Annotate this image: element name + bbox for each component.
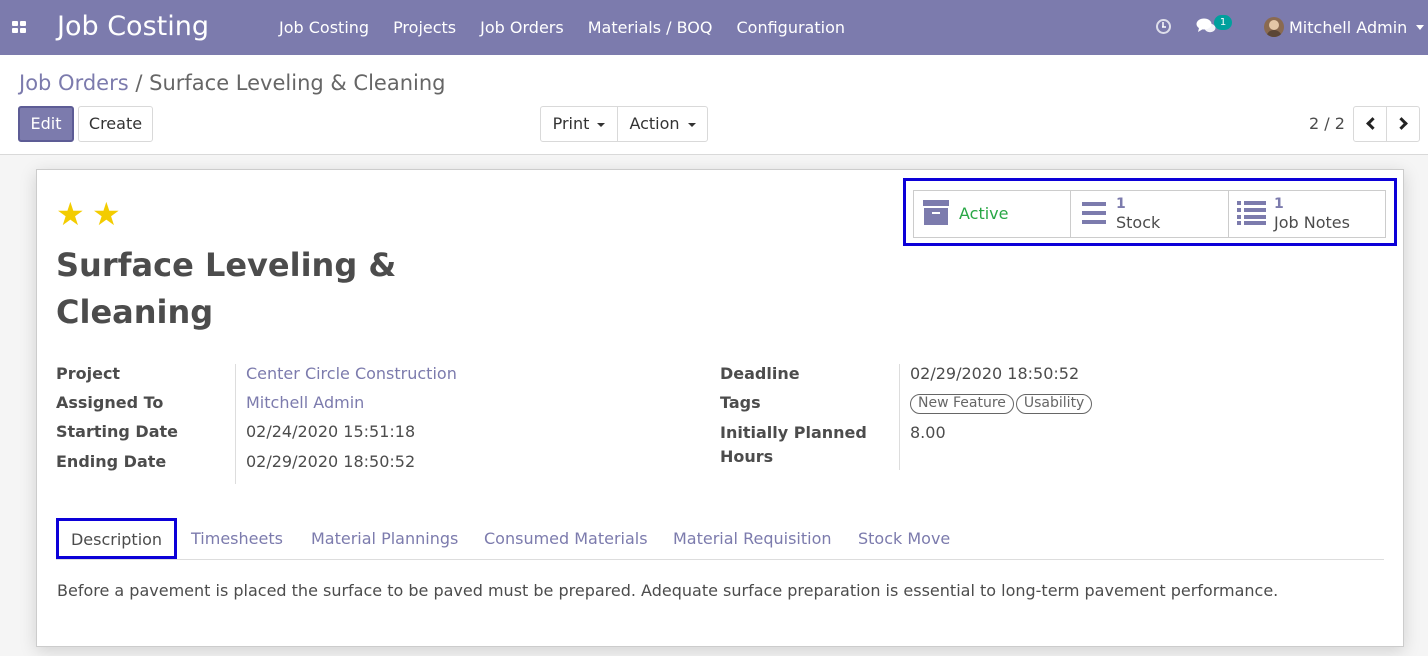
user-avatar[interactable] <box>1264 17 1284 37</box>
print-dropdown-button[interactable]: Print <box>540 106 618 142</box>
messages-count-badge: 1 <box>1214 15 1232 30</box>
activity-clock-icon[interactable] <box>1156 19 1171 34</box>
star-icon[interactable]: ★ <box>56 198 86 230</box>
apps-menu-icon[interactable] <box>12 21 26 33</box>
tab-material-requisition[interactable]: Material Requisition <box>673 518 832 559</box>
field-label: Starting Date <box>56 422 178 441</box>
tab-consumed-materials[interactable]: Consumed Materials <box>484 518 648 559</box>
pager-next-button[interactable] <box>1386 106 1420 142</box>
job-notes-smart-button[interactable]: 1 Job Notes <box>1229 191 1385 237</box>
menu-item-job-orders[interactable]: Job Orders <box>468 0 576 55</box>
create-button[interactable]: Create <box>78 106 153 142</box>
breadcrumb-parent-link[interactable]: Job Orders <box>19 71 129 95</box>
bars-icon <box>1082 202 1106 224</box>
stock-label: Stock <box>1116 213 1161 232</box>
tab-material-plannings[interactable]: Material Plannings <box>311 518 458 559</box>
main-menu: Job Costing Projects Job Orders Material… <box>267 0 857 55</box>
control-panel: Job Orders / Surface Leveling & Cleaning… <box>0 55 1428 155</box>
field-label: Tags <box>720 393 761 412</box>
chevron-left-icon <box>1365 116 1379 130</box>
action-dropdown-button[interactable]: Action <box>617 106 708 142</box>
star-icon[interactable]: ★ <box>92 198 122 230</box>
menu-item-projects[interactable]: Projects <box>381 0 468 55</box>
smart-buttons: Active 1 Stock 1 Job Notes <box>913 190 1386 238</box>
chat-bubbles-icon[interactable] <box>1196 18 1216 34</box>
tags-list: New Feature Usability <box>910 392 1094 414</box>
stock-count: 1 <box>1116 196 1126 212</box>
planned-hours-value: 8.00 <box>910 423 946 442</box>
field-label: Ending Date <box>56 452 167 471</box>
starting-date-value: 02/24/2020 15:51:18 <box>246 422 416 441</box>
field-label: Assigned To <box>56 393 164 412</box>
active-label: Active <box>959 204 1009 223</box>
menu-item-materials-boq[interactable]: Materials / BOQ <box>576 0 725 55</box>
pager-previous-button[interactable] <box>1353 106 1387 142</box>
notebook-tabs: Description Timesheets Material Planning… <box>56 518 1384 560</box>
caret-down-icon <box>597 122 606 127</box>
description-text: Before a pavement is placed the surface … <box>57 581 1279 600</box>
pager-value[interactable]: 2 / 2 <box>1309 106 1345 142</box>
breadcrumb: Job Orders / Surface Leveling & Cleaning <box>19 71 446 95</box>
tab-description[interactable]: Description <box>56 518 177 559</box>
top-navbar: Job Costing Job Costing Projects Job Ord… <box>0 0 1428 55</box>
list-icon <box>1237 201 1267 225</box>
archive-icon <box>923 200 949 226</box>
menu-item-job-costing[interactable]: Job Costing <box>267 0 381 55</box>
job-notes-count: 1 <box>1274 196 1284 212</box>
priority-stars: ★ ★ <box>56 198 122 230</box>
field-label: Deadline <box>720 364 800 383</box>
user-menu-name[interactable]: Mitchell Admin <box>1289 0 1407 56</box>
field-label: Project <box>56 364 121 383</box>
tag-badge[interactable]: Usability <box>1015 394 1093 414</box>
action-label: Action <box>629 114 680 133</box>
breadcrumb-separator: / <box>135 71 143 95</box>
deadline-value: 02/29/2020 18:50:52 <box>910 364 1080 383</box>
form-sheet: ★ ★ Surface Leveling & Cleaning Active 1… <box>36 169 1404 647</box>
field-label-continued: Hours <box>720 447 774 466</box>
field-separator <box>899 364 900 470</box>
record-title: Surface Leveling & Cleaning <box>56 246 397 331</box>
stock-smart-button[interactable]: 1 Stock <box>1071 191 1229 237</box>
ending-date-value: 02/29/2020 18:50:52 <box>246 452 416 471</box>
active-toggle-button[interactable]: Active <box>914 191 1071 237</box>
caret-down-icon <box>687 122 696 127</box>
field-label: Initially Planned <box>720 423 867 442</box>
print-label: Print <box>552 114 590 133</box>
assigned-user-link[interactable]: Mitchell Admin <box>246 393 364 412</box>
job-notes-label: Job Notes <box>1274 213 1350 232</box>
user-menu-caret-icon[interactable] <box>1416 25 1424 30</box>
project-link[interactable]: Center Circle Construction <box>246 364 457 383</box>
app-title[interactable]: Job Costing <box>57 11 209 42</box>
chevron-right-icon <box>1394 116 1408 130</box>
menu-item-configuration[interactable]: Configuration <box>724 0 857 55</box>
edit-button[interactable]: Edit <box>18 106 74 142</box>
tab-stock-move[interactable]: Stock Move <box>858 518 950 559</box>
tab-timesheets[interactable]: Timesheets <box>191 518 283 559</box>
breadcrumb-current: Surface Leveling & Cleaning <box>149 71 446 95</box>
field-separator <box>235 364 236 484</box>
tag-badge[interactable]: New Feature <box>910 394 1014 414</box>
